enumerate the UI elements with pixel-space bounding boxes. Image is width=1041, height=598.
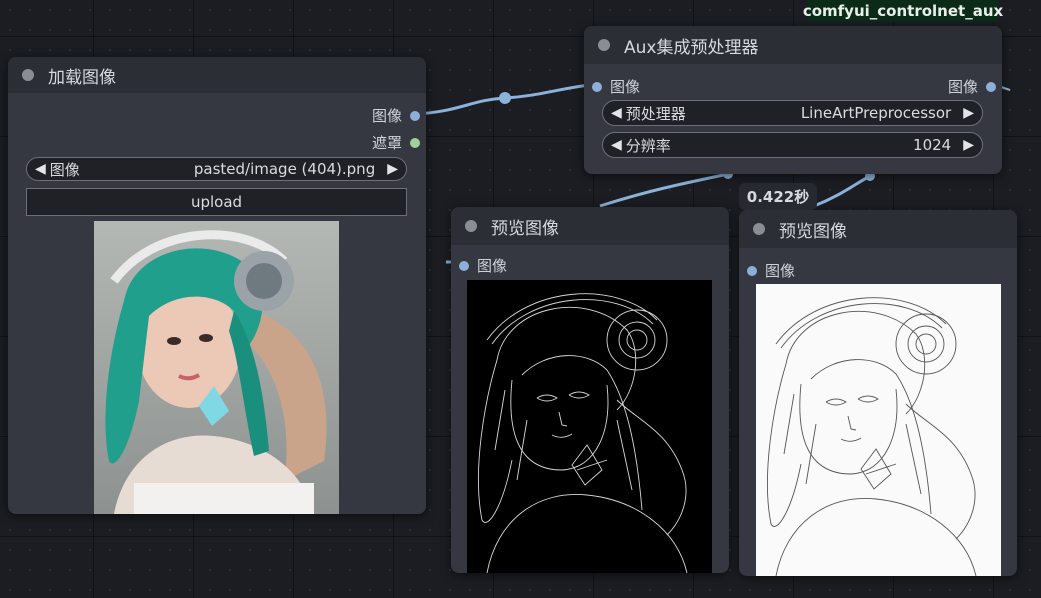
output-image-row: 图像 — [372, 105, 420, 126]
output-label: 图像 — [371, 107, 402, 125]
edge-map-preview — [467, 280, 712, 573]
input-image-port[interactable] — [592, 81, 602, 92]
input-label: 图像 — [765, 262, 796, 280]
output-label: 图像 — [947, 78, 978, 96]
portrait-photo — [94, 221, 339, 514]
input-label: 图像 — [477, 257, 508, 275]
output-label: 遮罩 — [371, 134, 402, 152]
node-title: 加载图像 — [48, 67, 116, 88]
output-image-port[interactable] — [986, 81, 996, 92]
widget-value: LineArtPreprocessor — [800, 104, 952, 122]
node-title: Aux集成预处理器 — [624, 37, 759, 58]
decrement-arrow-icon[interactable]: ◀ — [611, 137, 622, 153]
preview-node-header[interactable]: 预览图像 — [451, 207, 729, 245]
increment-arrow-icon[interactable]: ▶ — [387, 161, 398, 177]
edge-map-image — [478, 293, 688, 573]
output-image-row: 图像 — [948, 76, 996, 97]
input-image-port[interactable] — [459, 260, 469, 271]
preview-image-node-2[interactable]: 预览图像 图像 — [739, 210, 1017, 576]
input-image-row: 图像 — [592, 76, 640, 97]
input-image-row: 图像 — [747, 260, 795, 281]
node-collapse-dot[interactable] — [465, 220, 477, 232]
lineart-image — [767, 297, 977, 576]
output-mask-row: 遮罩 — [372, 132, 420, 153]
node-collapse-dot[interactable] — [22, 69, 34, 81]
widget-label: 预处理器 — [625, 104, 686, 123]
widget-value: pasted/image (404).png — [193, 160, 376, 178]
node-collapse-dot[interactable] — [753, 223, 765, 235]
lineart-preview — [756, 284, 1001, 576]
input-image-row: 图像 — [459, 255, 507, 276]
image-select-widget[interactable]: ◀ 图像 pasted/image (404).png ▶ — [26, 157, 407, 181]
preprocessor-select-widget[interactable]: ◀ 预处理器 LineArtPreprocessor ▶ — [602, 100, 983, 126]
node-title: 预览图像 — [491, 218, 559, 239]
output-mask-port[interactable] — [410, 137, 420, 148]
upload-button[interactable]: upload — [26, 188, 407, 216]
output-image-port[interactable] — [410, 110, 420, 121]
aux-node-header[interactable]: Aux集成预处理器 — [584, 26, 1002, 64]
widget-value: 1024 — [913, 136, 952, 154]
increment-arrow-icon[interactable]: ▶ — [963, 105, 974, 121]
widget-label: 图像 — [49, 160, 80, 179]
decrement-arrow-icon[interactable]: ◀ — [611, 105, 622, 121]
node-pack-badge: comfyui_controlnet_aux — [802, 0, 1004, 22]
execution-time-badge: 0.422秒 — [739, 183, 817, 210]
decrement-arrow-icon[interactable]: ◀ — [35, 161, 46, 177]
loaded-image-preview — [94, 221, 339, 514]
preview-node-header[interactable]: 预览图像 — [739, 210, 1017, 248]
load-image-node[interactable]: 加载图像 图像 遮罩 ◀ 图像 pasted/image (404).png ▶… — [8, 57, 426, 514]
load-image-node-header[interactable]: 加载图像 — [8, 57, 426, 93]
input-image-port[interactable] — [747, 265, 757, 276]
node-title: 预览图像 — [779, 221, 847, 242]
aux-preprocessor-node[interactable]: Aux集成预处理器 图像 图像 ◀ 预处理器 LineArtPreprocess… — [584, 26, 1002, 174]
resolution-number-widget[interactable]: ◀ 分辨率 1024 ▶ — [602, 132, 983, 158]
preview-image-node-1[interactable]: 预览图像 图像 — [451, 207, 729, 573]
input-label: 图像 — [610, 78, 641, 96]
node-collapse-dot[interactable] — [598, 39, 610, 51]
increment-arrow-icon[interactable]: ▶ — [963, 137, 974, 153]
widget-label: 分辨率 — [625, 136, 671, 155]
